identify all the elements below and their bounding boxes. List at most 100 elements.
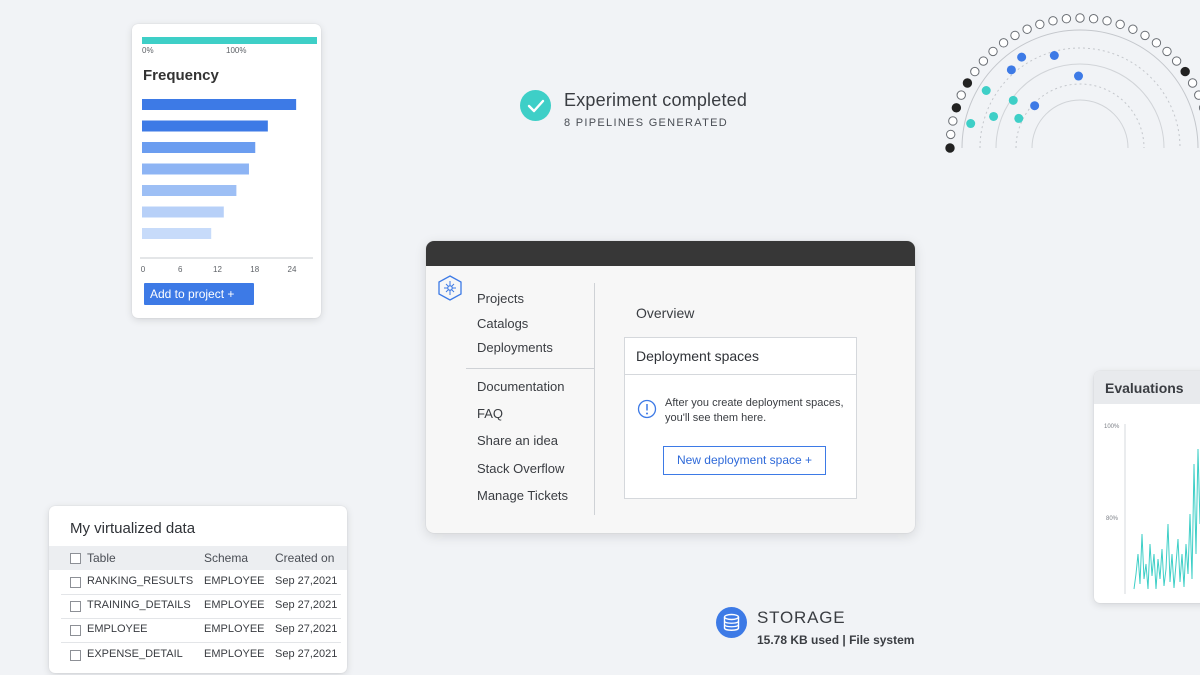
evaluations-line bbox=[1133, 448, 1200, 590]
virtualized-data-card: My virtualized data Table Schema Created… bbox=[49, 506, 347, 673]
table-cell-name: EXPENSE_DETAIL bbox=[87, 648, 183, 660]
row-checkbox[interactable] bbox=[70, 577, 81, 588]
radial-ring-dot bbox=[956, 90, 966, 100]
radial-ring-dot bbox=[1151, 38, 1162, 48]
column-header-schema: Schema bbox=[204, 551, 249, 565]
radial-ring-dot bbox=[1180, 66, 1190, 77]
radial-data-dot bbox=[1017, 52, 1027, 62]
new-deployment-space-button[interactable]: New deployment space + bbox=[663, 446, 826, 475]
radial-ring-dot bbox=[1088, 14, 1099, 24]
column-header-created: Created on bbox=[275, 551, 335, 565]
frequency-bar bbox=[142, 142, 256, 153]
radial-decoration bbox=[945, 13, 1200, 153]
experiment-subtitle: 8 PIPELINES GENERATED bbox=[564, 117, 729, 129]
frequency-bar bbox=[142, 185, 237, 196]
radial-ring-dot bbox=[978, 56, 989, 66]
row-checkbox[interactable] bbox=[70, 625, 81, 636]
radial-arc bbox=[1015, 83, 1145, 149]
radial-ring-dot bbox=[1171, 56, 1182, 66]
nav-stack-overflow[interactable]: Stack Overflow bbox=[477, 461, 564, 476]
radial-data-dot bbox=[1074, 71, 1084, 81]
row-checkbox[interactable] bbox=[70, 601, 81, 612]
table-cell-schema: EMPLOYEE bbox=[204, 623, 265, 635]
radial-ring-dot bbox=[948, 116, 958, 126]
table-cell-schema: EMPLOYEE bbox=[204, 599, 265, 611]
nav-documentation[interactable]: Documentation bbox=[477, 379, 564, 394]
evaluations-header: Evaluations bbox=[1094, 371, 1200, 404]
table-cell-schema: EMPLOYEE bbox=[204, 575, 265, 587]
frequency-tick-label: 6 bbox=[178, 265, 183, 274]
deployment-spaces-title: Deployment spaces bbox=[625, 338, 856, 375]
table-cell-created: Sep 27,2021 bbox=[275, 599, 338, 611]
frequency-bar bbox=[142, 120, 268, 132]
nav-projects[interactable]: Projects bbox=[477, 291, 524, 306]
radial-ring-dot bbox=[1115, 19, 1125, 30]
radial-ring-dot bbox=[1035, 19, 1045, 30]
nav-manage-tickets[interactable]: Manage Tickets bbox=[477, 488, 568, 503]
radial-data-dot bbox=[989, 111, 999, 121]
frequency-bar bbox=[142, 206, 224, 218]
app-logo-icon bbox=[438, 275, 462, 306]
select-all-checkbox[interactable] bbox=[70, 553, 81, 564]
database-icon bbox=[716, 607, 747, 638]
radial-ring-dot bbox=[946, 129, 956, 140]
nav-faq[interactable]: FAQ bbox=[477, 406, 503, 421]
radial-data-dot bbox=[981, 86, 991, 96]
radial-data-dot bbox=[1006, 65, 1016, 75]
sidebar-divider bbox=[594, 283, 595, 515]
table-cell-name: RANKING_RESULTS bbox=[87, 575, 194, 587]
frequency-bar bbox=[142, 99, 297, 110]
frequency-tick-label: 18 bbox=[250, 265, 259, 274]
nav-catalogs[interactable]: Catalogs bbox=[477, 316, 528, 331]
frequency-chart: 0 6 12 18 24 bbox=[140, 99, 313, 274]
info-icon bbox=[637, 399, 657, 424]
radial-ring-dot bbox=[998, 38, 1009, 48]
radial-data-dot bbox=[1049, 50, 1059, 60]
radial-data-dot bbox=[966, 119, 976, 129]
table-cell-name: TRAINING_DETAILS bbox=[87, 599, 191, 611]
radial-data-dot bbox=[1014, 113, 1024, 123]
window-titlebar bbox=[426, 241, 915, 266]
radial-ring-dot bbox=[945, 143, 955, 153]
radial-ring-dot bbox=[1022, 24, 1032, 34]
storage-subtitle: 15.78 KB used | File system bbox=[757, 633, 915, 647]
radial-ring-dot bbox=[1010, 30, 1020, 41]
deployment-empty-message: After you create deployment spaces, you'… bbox=[665, 397, 844, 424]
radial-ring-dot bbox=[1061, 14, 1072, 24]
storage-title: STORAGE bbox=[757, 608, 846, 627]
main-window: Projects Catalogs Deployments Documentat… bbox=[426, 241, 915, 533]
radial-ring-dot bbox=[951, 103, 962, 113]
radial-ring-dot bbox=[1048, 16, 1058, 26]
radial-ring-dot bbox=[970, 66, 980, 77]
radial-ring-dot bbox=[1194, 90, 1200, 100]
frequency-card: 0% 100% Frequency 0 6 12 18 24 Add to projec… bbox=[132, 24, 321, 318]
virtualized-data-title: My virtualized data bbox=[70, 520, 196, 537]
radial-ring-dot bbox=[1187, 78, 1198, 88]
radial-ring-dot bbox=[1140, 30, 1150, 41]
frequency-tick-label: 12 bbox=[213, 265, 222, 274]
radial-ring-dot bbox=[1162, 46, 1172, 57]
radial-ring-dot bbox=[1102, 16, 1112, 26]
frequency-bar bbox=[142, 228, 212, 239]
evaluations-title: Evaluations bbox=[1105, 380, 1184, 396]
row-divider bbox=[61, 642, 341, 643]
radial-arc bbox=[1031, 99, 1129, 149]
radial-ring-dot bbox=[988, 46, 998, 57]
overview-heading: Overview bbox=[636, 305, 695, 321]
experiment-title: Experiment completed bbox=[564, 90, 748, 110]
table-cell-schema: EMPLOYEE bbox=[204, 648, 265, 660]
table-cell-created: Sep 27,2021 bbox=[275, 648, 338, 660]
row-divider bbox=[61, 594, 341, 595]
add-to-project-button[interactable]: Add to project + bbox=[144, 283, 254, 305]
frequency-tick-label: 0 bbox=[141, 265, 146, 274]
radial-ring-dot bbox=[1128, 24, 1138, 34]
nav-deployments[interactable]: Deployments bbox=[477, 340, 553, 355]
deployment-spaces-card: Deployment spaces After you create deplo… bbox=[624, 337, 857, 499]
evaluations-chart bbox=[1124, 424, 1200, 594]
radial-data-dot bbox=[1008, 95, 1018, 105]
frequency-tick-label: 24 bbox=[288, 265, 297, 274]
nav-share-idea[interactable]: Share an idea bbox=[477, 433, 558, 448]
table-cell-created: Sep 27,2021 bbox=[275, 575, 338, 587]
row-divider bbox=[61, 618, 341, 619]
row-checkbox[interactable] bbox=[70, 650, 81, 661]
